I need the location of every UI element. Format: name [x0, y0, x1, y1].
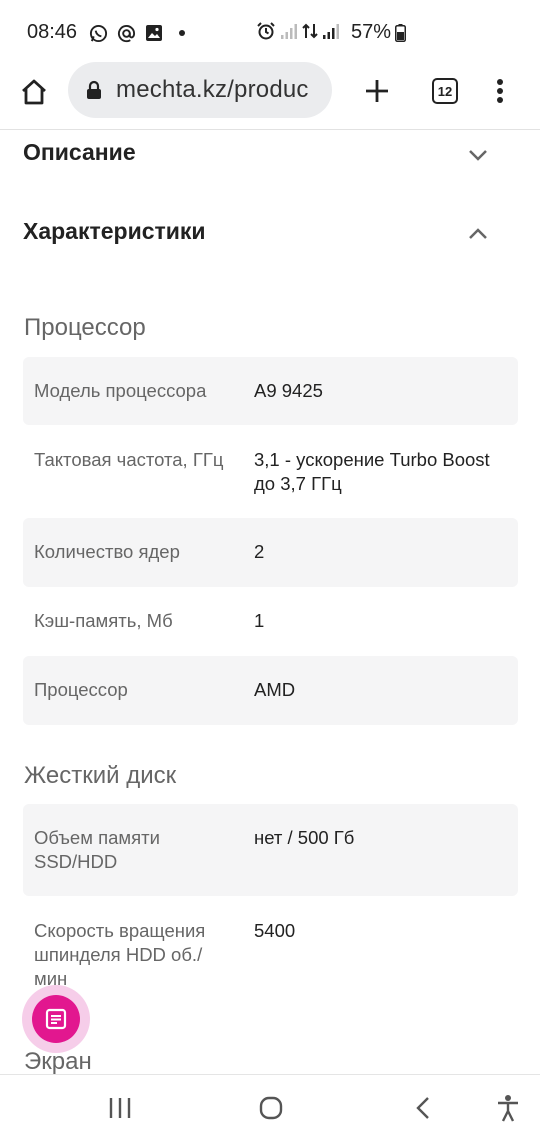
more-vert-icon	[497, 79, 503, 103]
spec-row: Процессор AMD	[23, 656, 518, 725]
address-bar[interactable]: mechta.kz/produc	[68, 62, 332, 118]
browser-toolbar: mechta.kz/produc 12	[0, 62, 540, 130]
note-icon	[45, 1008, 67, 1030]
battery-icon	[395, 24, 406, 42]
menu-button[interactable]	[488, 71, 512, 111]
section-title-processor: Процессор	[24, 314, 146, 341]
at-sign-icon	[115, 22, 137, 44]
spec-label: Процессор	[34, 679, 128, 700]
page-content: Описание Характеристики Процессор Модель…	[0, 131, 540, 1074]
url-text: mechta.kz/produc	[116, 76, 309, 103]
gallery-icon	[143, 22, 165, 44]
accordion-description[interactable]: Описание	[0, 131, 540, 181]
spec-value: 2	[254, 541, 265, 562]
spec-value: 5400	[254, 920, 296, 941]
back-button[interactable]	[408, 1093, 438, 1123]
feedback-button[interactable]	[32, 995, 80, 1043]
battery-percent: 57%	[351, 21, 392, 43]
system-icons	[256, 21, 340, 46]
spec-label: Кэш-память, Мб	[34, 610, 173, 631]
spec-value: 3,1 - ускорение Turbo Boost до 3,7 ГГц	[254, 449, 490, 494]
spec-value: AMD	[254, 679, 296, 700]
spec-row: Тактовая частота, ГГц 3,1 - ускорение Tu…	[23, 425, 518, 518]
spec-value: нет / 500 Гб	[254, 827, 355, 848]
accordion-title: Характеристики	[23, 218, 206, 244]
accordion-title: Описание	[23, 139, 136, 165]
accessibility-icon	[498, 1095, 518, 1122]
chevron-up-icon	[469, 228, 487, 239]
home-icon	[22, 79, 46, 105]
plus-icon	[366, 80, 388, 102]
dot-icon	[171, 22, 193, 44]
chevron-down-icon	[469, 150, 487, 161]
data-transfer-icon	[302, 22, 318, 45]
spec-label: Тактовая частота, ГГц	[34, 449, 224, 470]
notification-icons	[87, 21, 193, 45]
navigation-bar	[0, 1074, 540, 1140]
spec-row: Количество ядер 2	[23, 518, 518, 587]
home-circle-icon	[259, 1096, 283, 1120]
spec-value: 1	[254, 610, 265, 631]
spec-row: Модель процессора A9 9425	[23, 357, 518, 425]
home-nav-button[interactable]	[256, 1093, 286, 1123]
accordion-specs[interactable]: Характеристики	[0, 210, 540, 260]
home-button[interactable]	[14, 72, 54, 112]
spec-label: Объем памяти SSD/HDD	[34, 827, 160, 872]
spec-label: Количество ядер	[34, 541, 180, 562]
whatsapp-icon	[87, 22, 109, 44]
spec-label: Модель процессора	[34, 380, 207, 401]
recent-apps-icon	[109, 1098, 131, 1118]
signal-weak-icon	[280, 22, 298, 45]
new-tab-button[interactable]	[357, 71, 397, 111]
back-icon	[416, 1097, 429, 1119]
spec-row: Кэш-память, Мб 1	[23, 587, 518, 656]
spec-row: Скорость вращения шпинделя HDD об./мин 5…	[23, 896, 518, 1014]
signal-icon	[322, 22, 340, 45]
tab-count: 12	[437, 83, 453, 99]
status-time: 08:46	[27, 21, 78, 43]
section-title-hdd: Жесткий диск	[24, 762, 177, 789]
spec-value: A9 9425	[254, 380, 323, 401]
lock-icon	[86, 78, 104, 102]
status-bar: 08:46 57%	[0, 0, 540, 62]
spec-row: Объем памяти SSD/HDD нет / 500 Гб	[23, 804, 518, 896]
tab-switcher-button[interactable]: 12	[432, 78, 458, 104]
spec-label: Скорость вращения шпинделя HDD об./мин	[34, 920, 206, 989]
alarm-icon	[256, 21, 276, 46]
accessibility-button[interactable]	[493, 1093, 523, 1123]
recent-apps-button[interactable]	[105, 1093, 135, 1123]
